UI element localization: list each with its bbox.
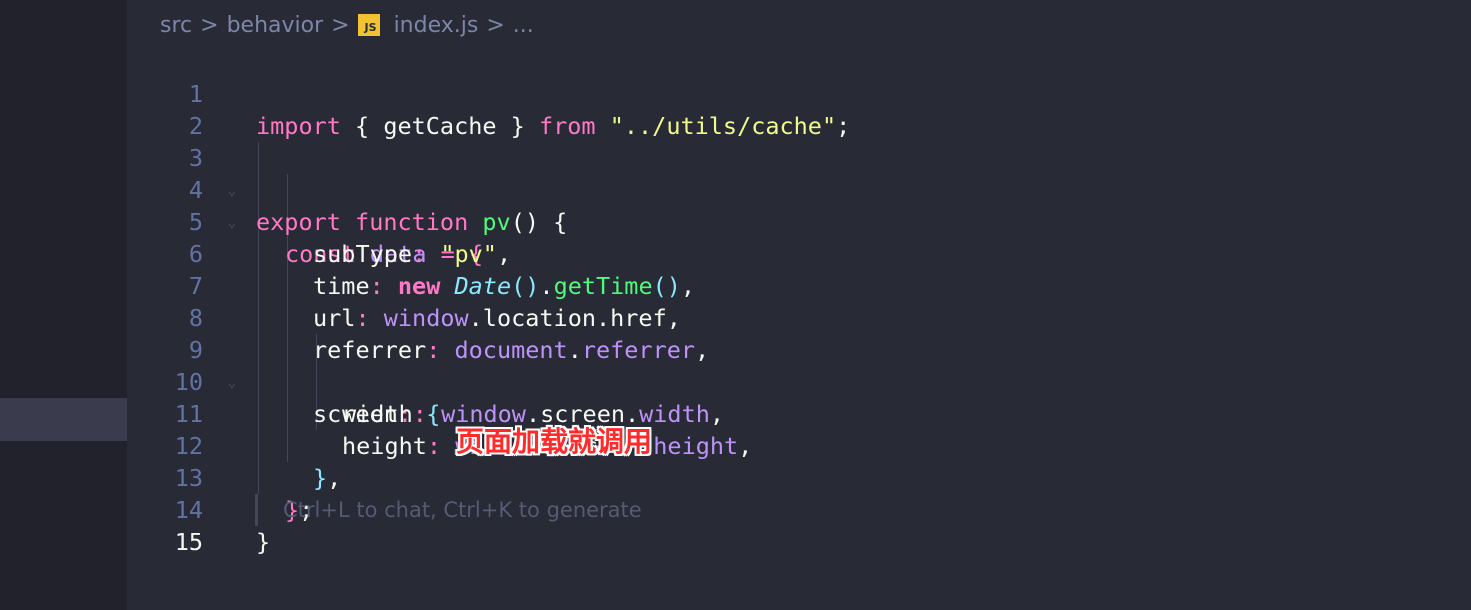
code-line[interactable]: 2 [127,78,1471,140]
annotation-label: 页面加载就调用 [456,425,653,458]
cursor-bar [255,494,258,526]
code-line[interactable]: 8 referrer: document.referrer, [127,270,1471,364]
side-panel-active-row[interactable] [0,398,127,441]
code-line[interactable]: 4 ⌄ const data = { [127,142,1471,268]
breadcrumb-separator: > [331,12,350,38]
breadcrumb-item-file[interactable]: index.js [394,13,479,38]
javascript-file-icon: JS [357,14,380,36]
breadcrumb-item-src[interactable]: src [160,13,192,38]
code-text: } [256,528,271,556]
code-editor[interactable]: 1 import { getCache } from "../utils/cac… [127,46,1471,610]
code-line[interactable]: 9 ⌄ screen: { [127,302,1471,428]
code-line[interactable]: 12 }, [127,398,1471,492]
breadcrumb: src > behavior > JS index.js > ... [160,8,534,42]
breadcrumb-item-more[interactable]: ... [513,13,534,38]
code-line[interactable]: 11 height: window.screen.height, [127,366,1471,460]
code-line[interactable]: 14 } [127,462,1471,556]
line-number-current: 15 [174,528,203,556]
code-line[interactable]: 5 subType: "pv", [127,174,1471,268]
breadcrumb-separator: > [200,12,219,38]
code-line[interactable]: 3 ⌄ export function pv() { [127,110,1471,236]
code-line[interactable]: 1 import { getCache } from "../utils/cac… [127,46,1471,140]
code-line[interactable]: 6 time: new Date().getTime(), [127,206,1471,300]
code-line[interactable]: 13 }; [127,430,1471,524]
breadcrumb-separator: > [486,12,505,38]
code-line[interactable]: 7 url: window.location.href, [127,238,1471,332]
code-line[interactable]: 10 width: window.screen.width, [127,334,1471,428]
side-panel [0,0,127,610]
breadcrumb-item-behavior[interactable]: behavior [227,13,324,38]
ai-prompt-placeholder: Ctrl+L to chat, Ctrl+K to generate [283,498,642,522]
